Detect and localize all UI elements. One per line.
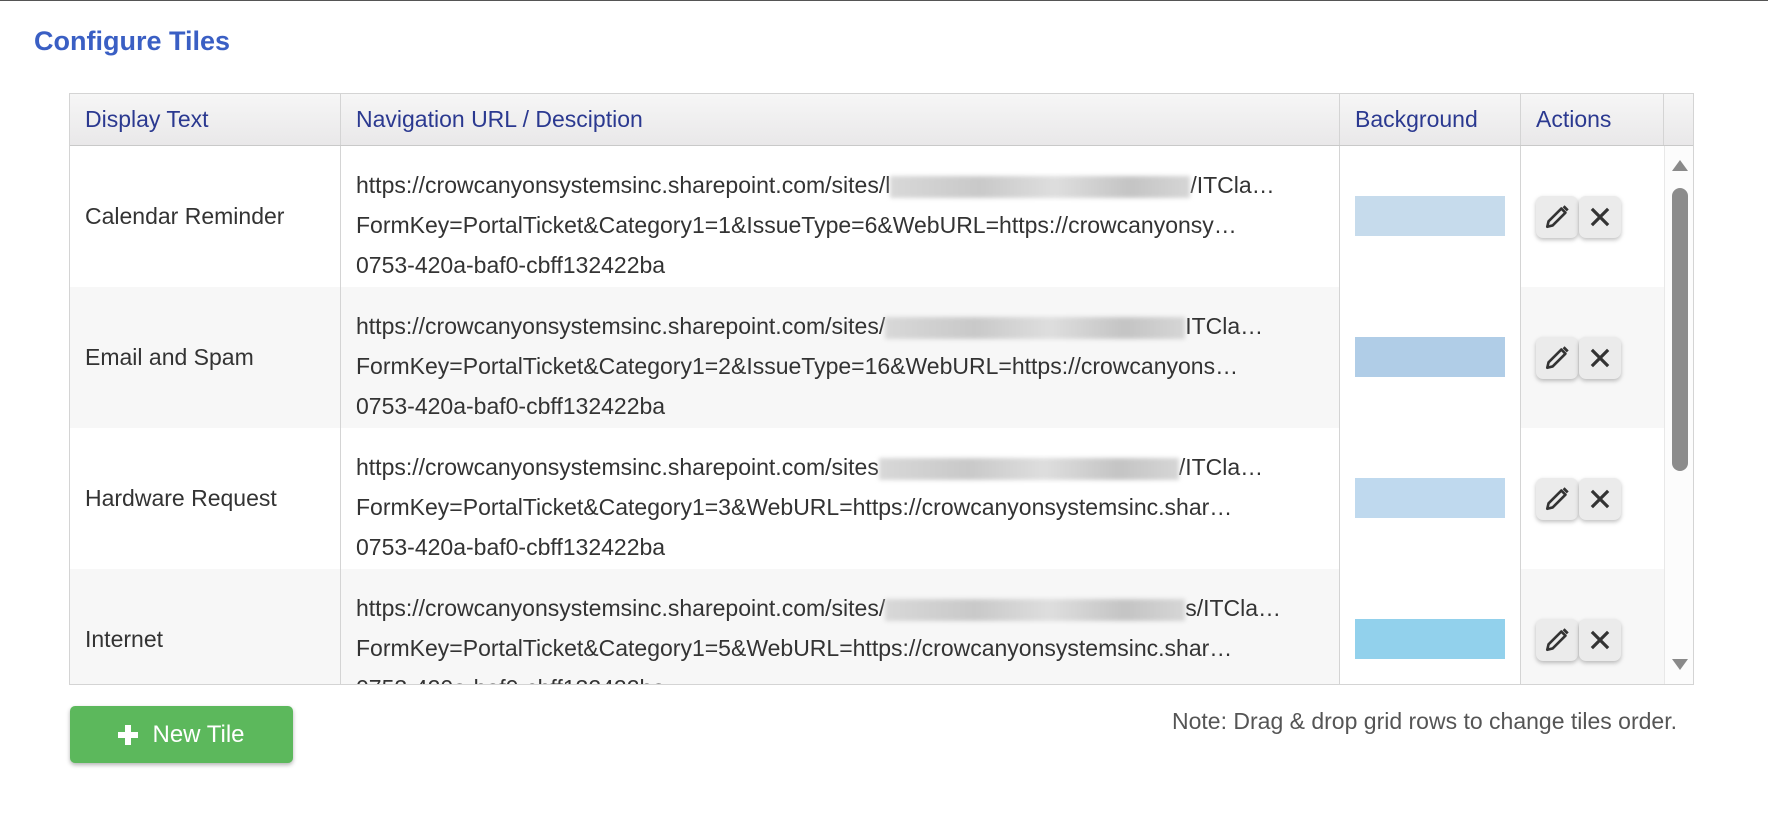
display-text-cell: Internet xyxy=(70,569,341,684)
url-line-text: 0753-420a-baf0-cbff132422ba xyxy=(356,393,666,419)
url-line-text: FormKey=PortalTicket&Category1=1&IssueTy… xyxy=(356,212,1237,238)
url-line: 0753-420a-baf0-cbff132422ba xyxy=(356,386,1326,426)
display-text-cell: Calendar Reminder xyxy=(70,146,341,287)
actions-cell xyxy=(1521,287,1664,428)
new-tile-button[interactable]: New Tile xyxy=(70,706,293,763)
url-line-text: https://crowcanyonsystemsinc.sharepoint.… xyxy=(356,454,879,480)
edit-button[interactable] xyxy=(1536,478,1578,520)
grid-body: Calendar Reminder https://crowcanyonsyst… xyxy=(70,146,1664,684)
background-color-swatch xyxy=(1355,337,1505,377)
url-line-suffix: ITCla… xyxy=(1185,313,1264,339)
display-text: Internet xyxy=(85,626,163,652)
table-row[interactable]: Calendar Reminder https://crowcanyonsyst… xyxy=(70,146,1664,287)
edit-button[interactable] xyxy=(1536,196,1578,238)
url-line-text: FormKey=PortalTicket&Category1=3&WebURL=… xyxy=(356,494,1233,520)
url-line-text: 0753-420a-baf0-cbff132422ba xyxy=(356,534,666,560)
vertical-scrollbar[interactable] xyxy=(1664,146,1693,684)
background-cell xyxy=(1340,287,1521,428)
pencil-icon xyxy=(1545,205,1569,229)
url-line: FormKey=PortalTicket&Category1=2&IssueTy… xyxy=(356,346,1326,386)
background-color-swatch xyxy=(1355,196,1505,236)
redacted-text xyxy=(885,316,1186,339)
url-line: FormKey=PortalTicket&Category1=5&WebURL=… xyxy=(356,628,1326,668)
delete-button[interactable] xyxy=(1579,619,1621,661)
url-line: https://crowcanyonsystemsinc.sharepoint.… xyxy=(356,165,1326,205)
url-line: https://crowcanyonsystemsinc.sharepoint.… xyxy=(356,588,1326,628)
url-line-text: https://crowcanyonsystemsinc.sharepoint.… xyxy=(356,172,891,198)
table-row[interactable]: Hardware Request https://crowcanyonsyste… xyxy=(70,428,1664,569)
background-color-swatch xyxy=(1355,619,1505,659)
url-line: 0753-420a-baf0-cbff132422ba xyxy=(356,527,1326,567)
navigation-url-text: https://crowcanyonsystemsinc.sharepoint.… xyxy=(356,306,1326,426)
url-line-text: FormKey=PortalTicket&Category1=5&WebURL=… xyxy=(356,635,1233,661)
url-line-text: https://crowcanyonsystemsinc.sharepoint.… xyxy=(356,595,886,621)
navigation-url-text: https://crowcanyonsystemsinc.sharepoint.… xyxy=(356,165,1326,285)
grid-header: Display Text Navigation URL / Desciption… xyxy=(70,94,1693,146)
url-line: 0753-420a-baf0-cbff132422ba xyxy=(356,245,1326,285)
close-icon xyxy=(1590,207,1610,227)
background-cell xyxy=(1340,428,1521,569)
table-row[interactable]: Email and Spam https://crowcanyonsystems… xyxy=(70,287,1664,428)
background-color-swatch xyxy=(1355,478,1505,518)
navigation-url-text: https://crowcanyonsystemsinc.sharepoint.… xyxy=(356,447,1326,567)
edit-button[interactable] xyxy=(1536,337,1578,379)
header-scroll-spacer xyxy=(1664,94,1693,145)
actions-cell xyxy=(1521,569,1664,684)
url-line-suffix: s/ITCla… xyxy=(1185,595,1282,621)
delete-button[interactable] xyxy=(1579,196,1621,238)
reorder-note: Note: Drag & drop grid rows to change ti… xyxy=(1172,708,1677,734)
close-icon xyxy=(1590,348,1610,368)
redacted-text xyxy=(890,175,1191,198)
navigation-url-cell: https://crowcanyonsystemsinc.sharepoint.… xyxy=(341,287,1340,428)
navigation-url-cell: https://crowcanyonsystemsinc.sharepoint.… xyxy=(341,569,1340,684)
actions-cell xyxy=(1521,428,1664,569)
column-header-navigation-url[interactable]: Navigation URL / Desciption xyxy=(341,94,1340,145)
url-line: 0753-420a-baf0-cbff132422ba xyxy=(356,668,1326,684)
column-header-actions: Actions xyxy=(1521,94,1664,145)
scroll-up-arrow-icon[interactable] xyxy=(1672,160,1688,171)
url-line: https://crowcanyonsystemsinc.sharepoint.… xyxy=(356,447,1326,487)
scrollbar-thumb[interactable] xyxy=(1672,188,1688,471)
display-text-cell: Email and Spam xyxy=(70,287,341,428)
url-line: FormKey=PortalTicket&Category1=3&WebURL=… xyxy=(356,487,1326,527)
redacted-text xyxy=(885,598,1186,621)
url-line-text: https://crowcanyonsystemsinc.sharepoint.… xyxy=(356,313,886,339)
pencil-icon xyxy=(1545,628,1569,652)
display-text: Email and Spam xyxy=(85,344,254,370)
navigation-url-text: https://crowcanyonsystemsinc.sharepoint.… xyxy=(356,588,1326,684)
plus-icon xyxy=(118,724,139,745)
display-text: Calendar Reminder xyxy=(85,203,285,229)
url-line-suffix: /ITCla… xyxy=(1190,172,1275,198)
column-header-display-text[interactable]: Display Text xyxy=(70,94,341,145)
delete-button[interactable] xyxy=(1579,337,1621,379)
pencil-icon xyxy=(1545,487,1569,511)
url-line: FormKey=PortalTicket&Category1=1&IssueTy… xyxy=(356,205,1326,245)
background-cell xyxy=(1340,569,1521,684)
scroll-down-arrow-icon[interactable] xyxy=(1672,659,1688,670)
url-line-text: FormKey=PortalTicket&Category1=2&IssueTy… xyxy=(356,353,1239,379)
top-border xyxy=(0,0,1768,1)
close-icon xyxy=(1590,489,1610,509)
display-text-cell: Hardware Request xyxy=(70,428,341,569)
delete-button[interactable] xyxy=(1579,478,1621,520)
url-line-suffix: /ITCla… xyxy=(1178,454,1264,480)
page-title: Configure Tiles xyxy=(34,26,231,56)
navigation-url-cell: https://crowcanyonsystemsinc.sharepoint.… xyxy=(341,146,1340,287)
display-text: Hardware Request xyxy=(85,485,277,511)
tiles-grid: Display Text Navigation URL / Desciption… xyxy=(69,93,1694,685)
actions-cell xyxy=(1521,146,1664,287)
edit-button[interactable] xyxy=(1536,619,1578,661)
pencil-icon xyxy=(1545,346,1569,370)
navigation-url-cell: https://crowcanyonsystemsinc.sharepoint.… xyxy=(341,428,1340,569)
url-line-text: 0753-420a-baf0-cbff132422ba xyxy=(356,675,665,684)
new-tile-label: New Tile xyxy=(152,720,245,748)
redacted-text xyxy=(878,457,1179,480)
background-cell xyxy=(1340,146,1521,287)
url-line: https://crowcanyonsystemsinc.sharepoint.… xyxy=(356,306,1326,346)
close-icon xyxy=(1590,630,1610,650)
column-header-background[interactable]: Background xyxy=(1340,94,1521,145)
url-line-text: 0753-420a-baf0-cbff132422ba xyxy=(356,252,666,278)
table-row[interactable]: Internet https://crowcanyonsystemsinc.sh… xyxy=(70,569,1664,684)
